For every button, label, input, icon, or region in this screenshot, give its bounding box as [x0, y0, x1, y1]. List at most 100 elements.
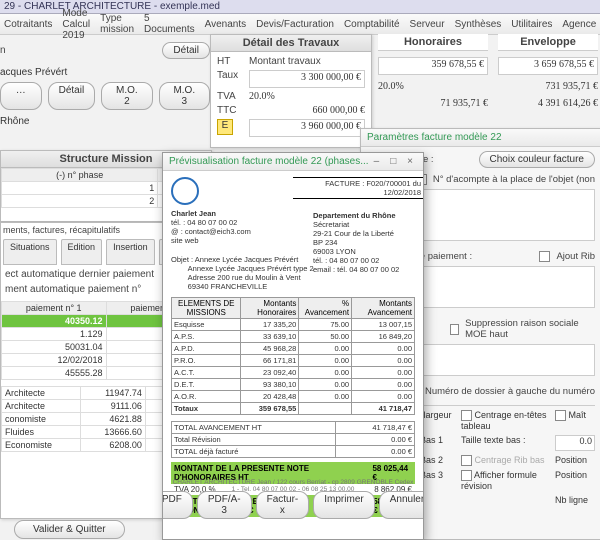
chk-centretete[interactable] [461, 410, 472, 421]
ft-r4c0: A.C.T. [172, 367, 241, 379]
close-icon[interactable]: × [403, 156, 417, 167]
menu-documents[interactable]: 5 Documents [144, 13, 195, 35]
objet-3: 69340 FRANCHEVILLE [188, 282, 268, 291]
pay-r4c0[interactable]: 45555.28 [2, 367, 107, 380]
ft-r1c3: 16 849,20 [352, 331, 415, 343]
lbl-mait: Maît [569, 410, 587, 420]
dest-4: 69003 LYON [313, 247, 356, 256]
menu-cotraitants[interactable]: Cotraitants [4, 19, 52, 30]
ft-r3c3: 0.00 [352, 355, 415, 367]
menu-devis[interactable]: Devis/Facturation [256, 19, 334, 30]
supp-checkbox[interactable] [450, 324, 459, 335]
menu-serveur[interactable]: Serveur [410, 19, 445, 30]
ttc-label: TTC [217, 105, 245, 116]
hono-v1: 359 678,55 € [378, 57, 488, 75]
imprimer-button[interactable]: Imprimer [313, 491, 374, 519]
menu-typemission[interactable]: Type mission [100, 13, 134, 35]
logo-icon [171, 177, 199, 205]
mo3-button[interactable]: M.O. 3 [159, 82, 210, 110]
menu-utilitaires[interactable]: Utilitaires [511, 19, 552, 30]
role-r1c1[interactable]: 9111.06 [80, 400, 145, 413]
tab-situations[interactable]: Situations [3, 239, 57, 265]
lbl-crib: Centrage Rib bas [475, 455, 545, 465]
role-r1c0[interactable]: Architecte [2, 400, 81, 413]
facturx-button[interactable]: Factur-x [256, 491, 310, 519]
lbl-affrev: Afficher formule révision [461, 470, 537, 491]
rhone-label: Rhône [0, 116, 210, 127]
objet-1: Annexe Lycée Jacques Prévért type 2 [188, 264, 314, 273]
preview-titlebar[interactable]: Prévisualisation facture modèle 22 (phas… [163, 153, 423, 171]
lbl-n: n [0, 45, 6, 56]
ft-r3c0: P.R.O. [172, 355, 241, 367]
numdos-label: Numéro de dossier à gauche du numéro [425, 386, 595, 397]
ft-r2c3: 0.00 [352, 343, 415, 355]
preview-title: Prévisualisation facture modèle 22 (phas… [169, 156, 369, 167]
choix-couleur-button[interactable]: Choix couleur facture [479, 151, 596, 168]
fth3: Montants Avancement [352, 298, 415, 319]
tva-label: TVA [217, 91, 245, 102]
ft-r5c3: 0.00 [352, 379, 415, 391]
menu-compta[interactable]: Comptabilité [344, 19, 400, 30]
ft-r6c3: 0.00 [352, 391, 415, 403]
structure-row1[interactable]: 1 [2, 182, 158, 195]
role-r4c0[interactable]: Economiste [2, 439, 81, 452]
role-r0c1[interactable]: 11947.74 [80, 387, 145, 400]
rib-label: Ajout Rib [556, 251, 595, 262]
tab-recap[interactable]: ments, factures, récapitulatifs [3, 225, 120, 235]
role-r2c1[interactable]: 4621.88 [80, 413, 145, 426]
company-tel: tél. : 04 80 07 00 02 [171, 218, 237, 227]
taille-field[interactable]: 0.0 [555, 435, 595, 451]
mo2-button[interactable]: M.O. 2 [101, 82, 152, 110]
pdfa3-button[interactable]: PDF/A-3 [197, 491, 252, 519]
ta1l: Total Révision [172, 434, 336, 446]
ft-tot3: 41 718,47 [352, 403, 415, 415]
hono-title: Honoraires [378, 34, 488, 51]
tab-insertion[interactable]: Insertion [106, 239, 155, 265]
role-r2c0[interactable]: conomiste [2, 413, 81, 426]
maximize-icon[interactable]: □ [386, 156, 400, 167]
lbl-taille: Taille texte bas : [461, 435, 526, 445]
annuler-button[interactable]: Annuler [379, 491, 423, 519]
role-r4c1[interactable]: 6208.00 [80, 439, 145, 452]
objet-2: Adresse 200 rue du Moulin à Vent [188, 273, 301, 282]
chk-crib[interactable] [461, 455, 472, 466]
role-r3c0[interactable]: Fluides [2, 426, 81, 439]
ft-r6c1: 20 428,48 [241, 391, 299, 403]
pay-r0c0[interactable]: 40350.12 [2, 315, 107, 328]
dots-button[interactable]: … [0, 82, 42, 110]
objet-0: Annexe Lycée Jacques Prévért [195, 255, 299, 264]
ta1v: 0.00 € [336, 434, 415, 446]
menu-avenants[interactable]: Avenants [205, 19, 247, 30]
ft-r6c2: 0.00 [299, 391, 352, 403]
rib-checkbox[interactable] [539, 251, 550, 262]
tab-edition[interactable]: Edition [61, 239, 103, 265]
ta2l: TOTAL déjà facturé [172, 446, 336, 458]
menu-syntheses[interactable]: Synthèses [455, 19, 502, 30]
minimize-icon[interactable]: – [369, 156, 383, 167]
role-r0c0[interactable]: Architecte [2, 387, 81, 400]
ft-r2c2: 0.00 [299, 343, 352, 355]
ft-r4c2: 0.00 [299, 367, 352, 379]
ta2v: 0.00 € [336, 446, 415, 458]
structure-row2[interactable]: 2 [2, 195, 158, 208]
chk-mait[interactable] [555, 410, 566, 421]
detail2-button[interactable]: Détail [48, 82, 96, 110]
pay-r1c0[interactable]: 1.129 [2, 328, 107, 341]
role-r3c1[interactable]: 13666.60 [80, 426, 145, 439]
valider-button[interactable]: Valider & Quitter [14, 520, 125, 539]
detail-button[interactable]: Détail [162, 42, 210, 59]
ft-tot0: Totaux [172, 403, 241, 415]
structure-col1[interactable]: (-) n° phase [2, 169, 158, 182]
ft-r5c2: 0.00 [299, 379, 352, 391]
chk-aff[interactable] [461, 470, 472, 481]
ttc-value: 3 960 000,00 € [249, 119, 365, 137]
env-v2: 731 935,71 € [498, 81, 598, 92]
pay-r3c0[interactable]: 12/02/2018 [2, 354, 107, 367]
e-badge[interactable]: E [217, 119, 233, 135]
ft-r2c1: 45 968,28 [241, 343, 299, 355]
menu-modecalcul[interactable]: Mode Calcul 2019 [62, 8, 90, 41]
ft-tot1: 359 678,55 [241, 403, 299, 415]
menu-agence[interactable]: Agence [562, 19, 596, 30]
pdf-button[interactable]: PDF [163, 491, 193, 519]
pay-r2c0[interactable]: 50031.04 [2, 341, 107, 354]
